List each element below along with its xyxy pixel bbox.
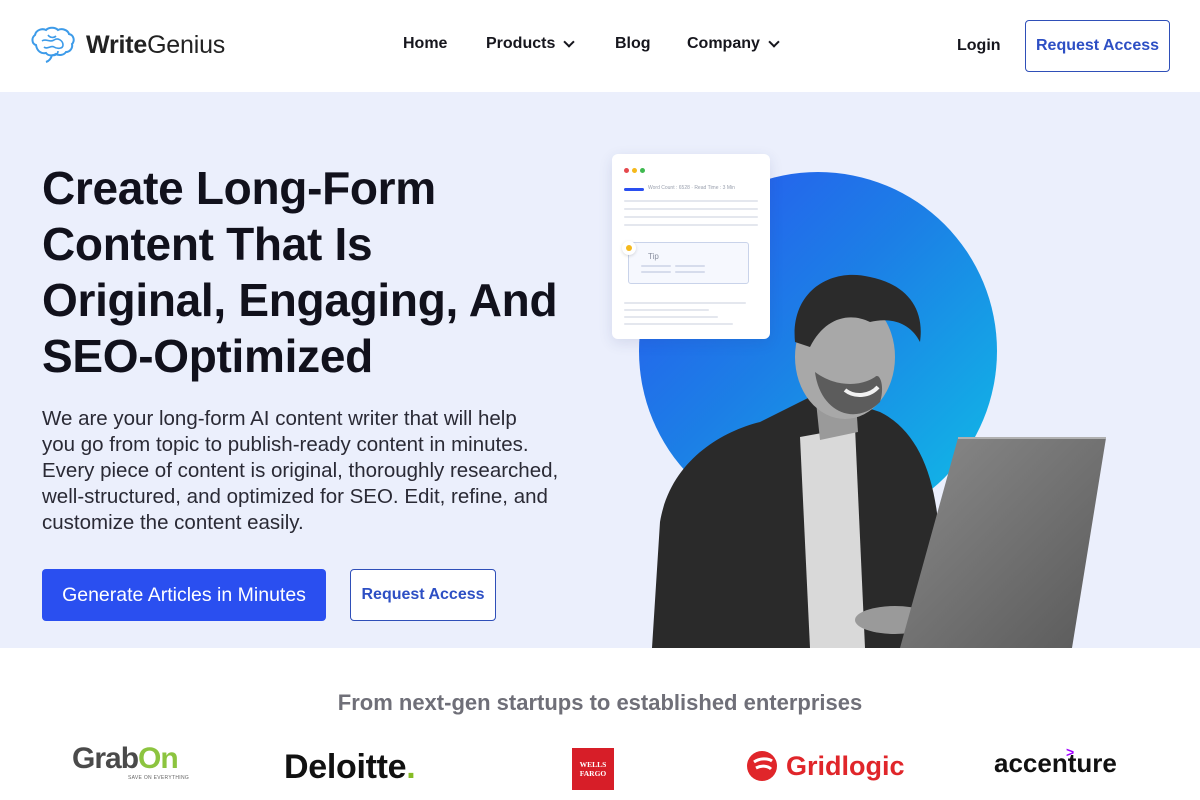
gridlogic-text: Gridlogic — [786, 750, 905, 781]
description-line: Every piece of content is original, thor… — [42, 459, 559, 482]
gridlogic-logo: Gridlogic — [746, 750, 905, 782]
accenture-text: accenture — [994, 748, 1117, 778]
text-placeholder-line — [624, 216, 758, 218]
tip-line — [641, 265, 671, 267]
accenture-mark-icon: > — [1066, 744, 1075, 760]
tip-box — [628, 242, 749, 284]
window-dot-yellow — [632, 168, 637, 173]
text-placeholder-line — [624, 302, 746, 304]
generate-articles-button[interactable]: Generate Articles in Minutes — [42, 569, 326, 621]
tip-label: Tip — [648, 252, 659, 261]
hero-request-access-button[interactable]: Request Access — [350, 569, 496, 621]
word-count-meta: Word Count : 6528 · Read Time : 3 Min — [648, 185, 735, 191]
window-dot-green — [640, 168, 645, 173]
tip-line — [675, 265, 705, 267]
chevron-down-icon — [768, 35, 780, 48]
tip-line — [675, 271, 705, 273]
brand-logo[interactable]: WriteGenius — [28, 24, 225, 66]
nav-blog[interactable]: Blog — [615, 35, 651, 53]
hero-headline: Create Long-Form Content That Is Origina… — [42, 160, 602, 384]
nav-products-label: Products — [486, 35, 556, 52]
headline-line: Create Long-Form — [42, 162, 436, 214]
hero-description: We are your long-form AI content writer … — [42, 406, 602, 536]
brain-icon — [31, 26, 75, 63]
tip-line — [641, 271, 671, 273]
hero-section: Create Long-Form Content That Is Origina… — [0, 92, 1200, 648]
text-placeholder-line — [624, 323, 733, 325]
headline-line: Content That Is — [42, 218, 373, 270]
wells-fargo-logo: WELLS FARGO — [572, 748, 614, 790]
clients-tagline: From next-gen startups to established en… — [337, 690, 863, 715]
gridlogic-mark-icon — [747, 751, 777, 781]
nav-blog-label: Blog — [615, 35, 651, 52]
description-line: well-structured, and optimized for SEO. … — [42, 485, 548, 508]
wells-fargo-line2: FARGO — [579, 769, 607, 778]
grabon-logo: GrabOn SAVE ON EVERYTHING — [72, 742, 190, 782]
lightbulb-icon — [622, 241, 636, 255]
site-header: WriteGenius Home Products Blog Company L… — [0, 0, 1200, 92]
editor-preview-card: Word Count : 6528 · Read Time : 3 Min Ti… — [612, 154, 770, 339]
progress-bar — [624, 188, 644, 191]
wells-fargo-line1: WELLS — [579, 760, 607, 769]
description-line: you go from topic to publish-ready conte… — [42, 433, 529, 456]
text-placeholder-line — [624, 224, 758, 226]
login-link[interactable]: Login — [957, 37, 1001, 55]
text-placeholder-line — [624, 309, 709, 311]
chevron-down-icon — [563, 35, 576, 48]
nav-home[interactable]: Home — [403, 35, 447, 53]
deloitte-text: Deloitte — [284, 748, 407, 786]
text-placeholder-line — [624, 200, 758, 202]
grabon-part2: On — [138, 742, 179, 775]
nav-company[interactable]: Company — [687, 35, 780, 53]
grabon-subtitle: SAVE ON EVERYTHING — [128, 775, 190, 781]
headline-line: SEO-Optimized — [42, 330, 373, 382]
deloitte-logo: Deloitte. — [284, 748, 416, 787]
nav-company-label: Company — [687, 35, 760, 52]
deloitte-dot: . — [406, 748, 416, 786]
text-placeholder-line — [624, 208, 758, 210]
accenture-logo: > accenture — [994, 744, 1117, 779]
description-line: We are your long-form AI content writer … — [42, 407, 517, 430]
window-dot-red — [624, 168, 629, 173]
text-placeholder-line — [624, 316, 718, 318]
brand-name: WriteGenius — [86, 30, 226, 59]
nav-products[interactable]: Products — [486, 35, 576, 53]
description-line: customize the content easily. — [42, 511, 304, 534]
nav-home-label: Home — [403, 35, 448, 52]
grabon-part1: Grab — [72, 742, 139, 775]
headline-line: Original, Engaging, And — [42, 274, 558, 326]
header-request-access-button[interactable]: Request Access — [1025, 20, 1170, 72]
